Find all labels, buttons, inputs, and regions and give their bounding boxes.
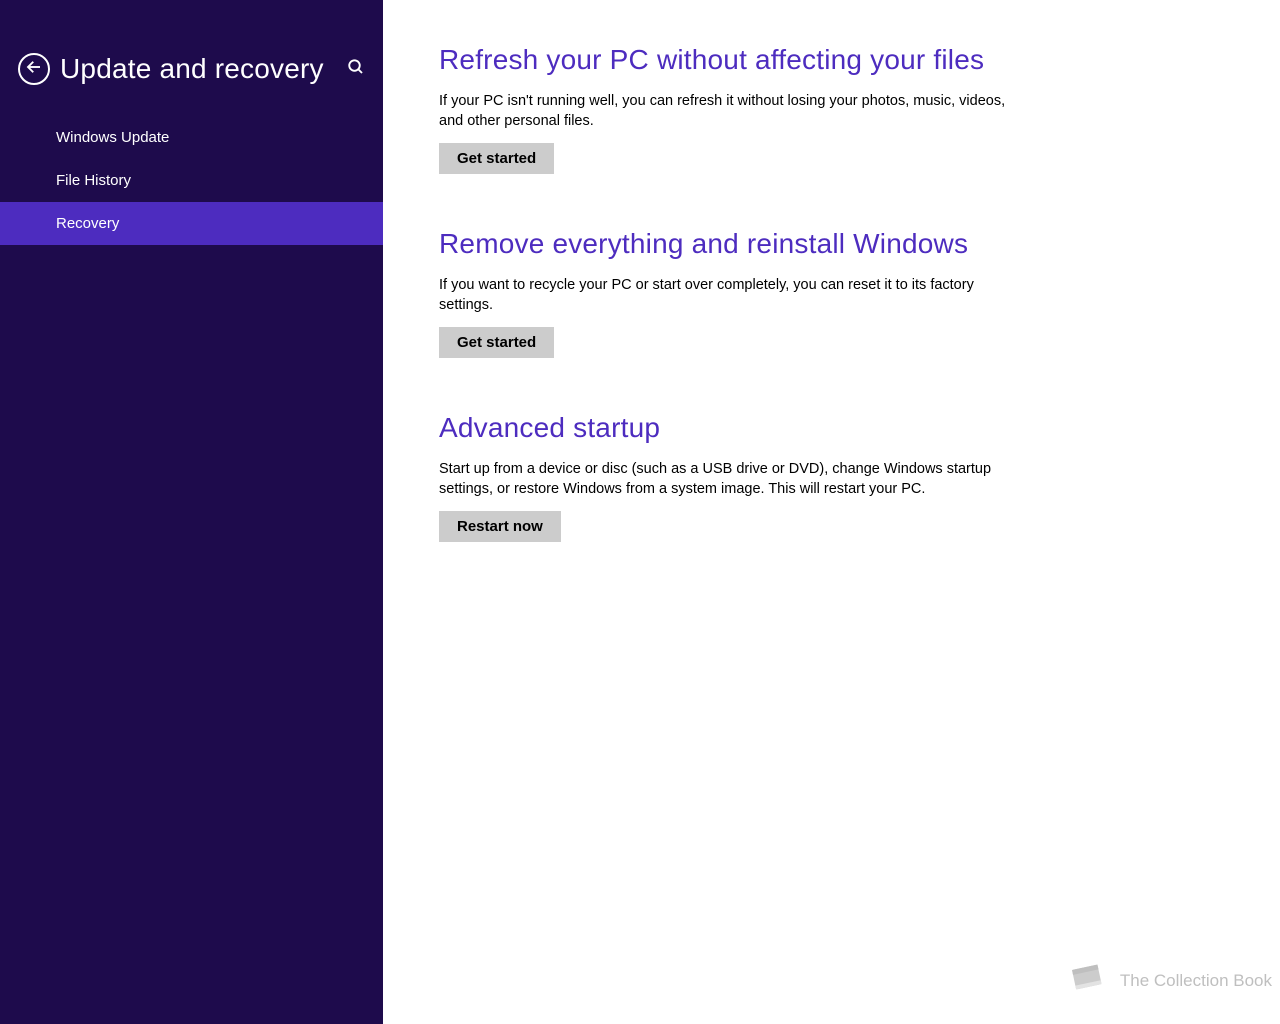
sidebar-nav: Windows Update File History Recovery	[0, 116, 383, 245]
section-heading: Refresh your PC without affecting your f…	[439, 44, 1019, 76]
get-started-refresh-button[interactable]: Get started	[439, 143, 554, 174]
sidebar-item-file-history[interactable]: File History	[0, 159, 383, 202]
search-button[interactable]	[347, 58, 365, 81]
arrow-left-icon	[25, 58, 43, 81]
sidebar-header: Update and recovery	[0, 0, 383, 88]
watermark-text: The Collection Book	[1120, 971, 1272, 991]
section-refresh-pc: Refresh your PC without affecting your f…	[439, 44, 1019, 174]
sidebar-item-windows-update[interactable]: Windows Update	[0, 116, 383, 159]
section-heading: Remove everything and reinstall Windows	[439, 228, 1019, 260]
sidebar-item-label: Recovery	[56, 215, 119, 232]
back-button[interactable]	[18, 53, 50, 85]
section-heading: Advanced startup	[439, 412, 1019, 444]
section-advanced-startup: Advanced startup Start up from a device …	[439, 412, 1019, 542]
watermark: The Collection Book	[1064, 959, 1272, 1002]
section-body: If your PC isn't running well, you can r…	[439, 92, 1019, 131]
book-icon	[1064, 959, 1120, 1002]
sidebar-item-recovery[interactable]: Recovery	[0, 202, 383, 245]
page-title: Update and recovery	[60, 53, 324, 85]
main-content: Refresh your PC without affecting your f…	[383, 0, 1280, 1024]
sidebar: Update and recovery Windows Update File …	[0, 0, 383, 1024]
section-body: If you want to recycle your PC or start …	[439, 276, 1019, 315]
section-remove-everything: Remove everything and reinstall Windows …	[439, 228, 1019, 358]
restart-now-button[interactable]: Restart now	[439, 511, 561, 542]
get-started-reset-button[interactable]: Get started	[439, 327, 554, 358]
sidebar-item-label: Windows Update	[56, 129, 169, 146]
search-icon	[347, 58, 365, 81]
section-body: Start up from a device or disc (such as …	[439, 460, 1019, 499]
sidebar-item-label: File History	[56, 172, 131, 189]
